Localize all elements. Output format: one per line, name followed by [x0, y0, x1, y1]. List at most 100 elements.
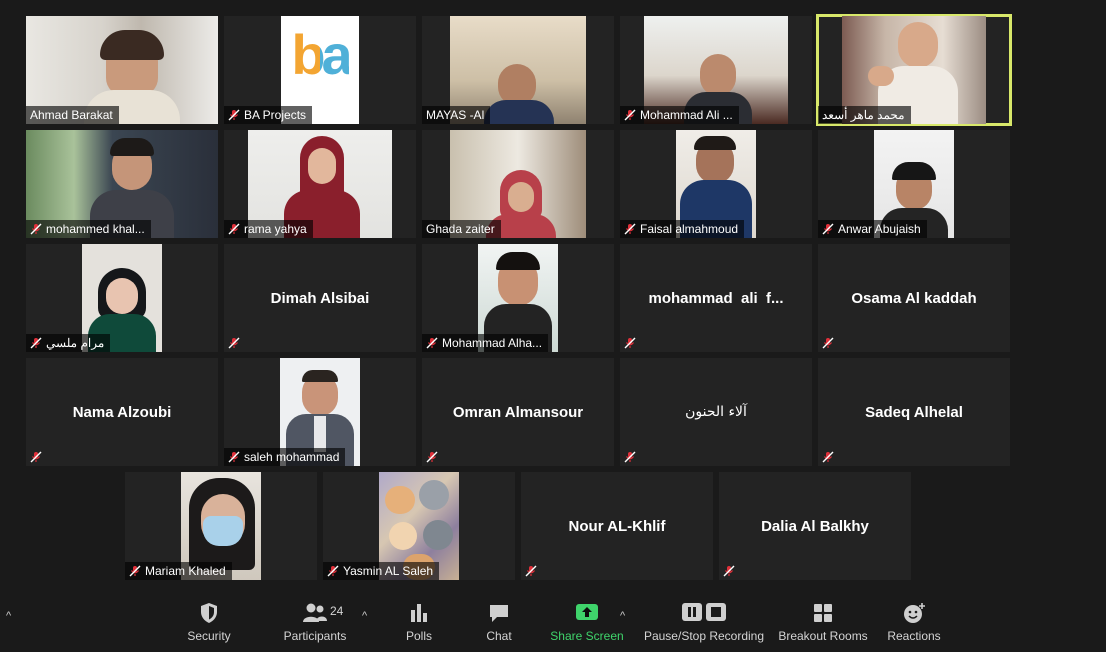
participant-tile[interactable]: Mohammad Alha... [422, 244, 614, 352]
breakout-rooms-button[interactable]: Breakout Rooms [776, 602, 870, 643]
participant-tile[interactable]: Omran Almansour [422, 358, 614, 466]
participant-tile[interactable]: Dimah Alsibai [224, 244, 416, 352]
participant-name: Sadeq Alhelal [865, 403, 963, 421]
muted-mic-icon [525, 565, 537, 577]
muted-mic-icon [228, 337, 240, 349]
participant-name: Osama Al kaddah [851, 289, 977, 307]
share-screen-icon [576, 604, 598, 620]
participant-name: Yasmin AL Saleh [343, 564, 434, 578]
participant-tile[interactable]: Anwar Abujaish [818, 130, 1010, 238]
participant-name: Mohammad Ali ... [640, 108, 733, 122]
participant-tile[interactable]: Ghada zaiter [422, 130, 614, 238]
participant-tile[interactable]: Nour AL-Khlif [521, 472, 713, 580]
breakout-rooms-icon [814, 604, 832, 622]
participant-name: محمد ماهر أسعد [822, 108, 905, 122]
participant-name-tag: MAYAS -Al [422, 106, 491, 124]
participant-name: Nour AL-Khlif [568, 517, 666, 535]
participant-name-tag: BA Projects [224, 106, 313, 124]
participant-name: BA Projects [244, 108, 307, 122]
pause-stop-recording-button[interactable]: Pause/Stop Recording [640, 602, 768, 643]
participant-tile[interactable]: Mohammad Ali ... [620, 16, 812, 124]
participant-name-tag: saleh mohammad [224, 448, 346, 466]
participant-tile[interactable]: Faisal almahmoud [620, 130, 812, 238]
active-speaker-tile[interactable]: محمد ماهر أسعد [816, 14, 1012, 126]
participant-name-tag: rama yahya [224, 220, 313, 238]
chat-icon [490, 605, 508, 622]
muted-mic-icon [228, 109, 240, 121]
participant-name-tag: Mohammad Ali ... [620, 106, 739, 124]
participants-label: Participants [283, 629, 347, 643]
reactions-label: Reactions [887, 629, 941, 643]
participant-name: Faisal almahmoud [640, 222, 739, 236]
muted-mic-icon [624, 337, 636, 349]
polls-label: Polls [405, 629, 432, 643]
muted-mic-icon [426, 451, 438, 463]
participant-name: آلاء الحنون [685, 404, 747, 420]
participant-name: rama yahya [244, 222, 307, 236]
participant-tile[interactable]: ba BA Projects [224, 16, 416, 124]
participant-name-tag: مرام ملسي [26, 334, 111, 352]
participant-name-tag: mohammed khal... [26, 220, 151, 238]
participant-name: Mariam Khaled [145, 564, 226, 578]
participant-tile[interactable]: Sadeq Alhelal [818, 358, 1010, 466]
participant-tile[interactable]: Ahmad Barakat [26, 16, 218, 124]
muted-mic-icon [426, 337, 438, 349]
muted-mic-icon [822, 223, 834, 235]
participant-tile[interactable]: مرام ملسي [26, 244, 218, 352]
participant-tile[interactable]: Nama Alzoubi [26, 358, 218, 466]
participants-icon [303, 603, 327, 622]
security-button[interactable]: Security [180, 602, 238, 643]
participant-name: Mohammad Alha... [442, 336, 543, 350]
muted-mic-icon [30, 223, 42, 235]
participant-tile[interactable]: Yasmin AL Saleh [323, 472, 515, 580]
participant-name: Nama Alzoubi [72, 403, 172, 421]
participant-tile[interactable]: آلاء الحنون [620, 358, 812, 466]
participant-tile[interactable]: rama yahya [224, 130, 416, 238]
muted-mic-icon [723, 565, 735, 577]
participant-name-tag: محمد ماهر أسعد [818, 106, 911, 124]
participant-name: mohammad ali f... [648, 289, 784, 307]
participant-tile[interactable]: Mariam Khaled [125, 472, 317, 580]
participant-tile[interactable]: saleh mohammad [224, 358, 416, 466]
muted-mic-icon [30, 451, 42, 463]
meeting-toolbar: ^ Security 24 Participants ^ Polls Chat … [0, 598, 1106, 652]
participant-tile[interactable]: Osama Al kaddah [818, 244, 1010, 352]
participant-tile[interactable]: Dalia Al Balkhy [719, 472, 911, 580]
chat-button[interactable]: Chat [480, 602, 518, 643]
muted-mic-icon [624, 451, 636, 463]
ba-logo: ba [291, 23, 352, 86]
reactions-button[interactable]: Reactions [884, 602, 944, 643]
participant-name: مرام ملسي [46, 336, 105, 350]
participant-tile[interactable]: mohammad ali f... [620, 244, 812, 352]
participant-name-tag: Ahmad Barakat [26, 106, 119, 124]
share-screen-caret-icon[interactable]: ^ [620, 610, 625, 622]
muted-mic-icon [624, 109, 636, 121]
muted-mic-icon [129, 565, 141, 577]
participant-name-tag: Mohammad Alha... [422, 334, 549, 352]
muted-mic-icon [822, 451, 834, 463]
participant-name-tag: Faisal almahmoud [620, 220, 745, 238]
participant-name-tag: Anwar Abujaish [818, 220, 927, 238]
participant-tile[interactable]: mohammed khal... [26, 130, 218, 238]
participants-caret-icon[interactable]: ^ [362, 610, 367, 622]
polls-icon [411, 604, 427, 622]
muted-mic-icon [30, 337, 42, 349]
participant-name-tag: Yasmin AL Saleh [323, 562, 440, 580]
participant-tile[interactable]: MAYAS -Al [422, 16, 614, 124]
muted-mic-icon [228, 451, 240, 463]
share-screen-label: Share Screen [550, 629, 624, 643]
muted-mic-icon [624, 223, 636, 235]
participant-name: saleh mohammad [244, 450, 340, 464]
recording-label: Pause/Stop Recording [643, 629, 765, 643]
participant-name: Dalia Al Balkhy [761, 517, 869, 535]
participant-name: Ghada zaiter [426, 222, 495, 236]
participant-name-tag: Ghada zaiter [422, 220, 501, 238]
audio-options-caret-icon[interactable]: ^ [6, 610, 11, 622]
participant-name: Ahmad Barakat [30, 108, 113, 122]
participant-name: Omran Almansour [452, 403, 584, 421]
polls-button[interactable]: Polls [398, 602, 440, 643]
share-screen-button[interactable]: Share Screen [548, 602, 626, 643]
participants-count: 24 [330, 604, 344, 618]
participants-button[interactable]: 24 Participants [280, 602, 350, 643]
reactions-icon [904, 603, 925, 623]
